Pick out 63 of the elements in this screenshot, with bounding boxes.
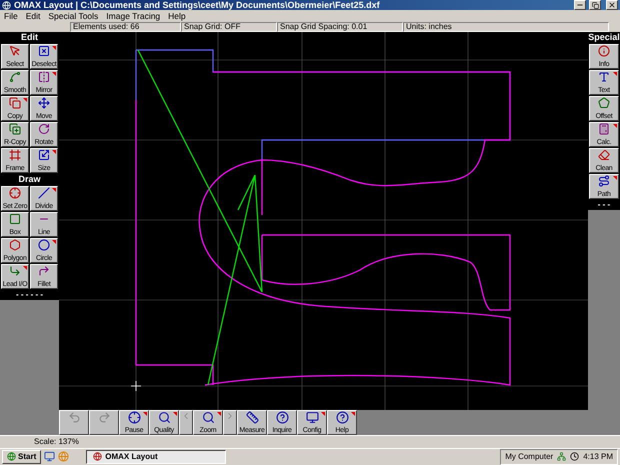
copy-icon [9,96,21,109]
eraser-icon [598,148,610,161]
menu-item[interactable]: Help [168,11,186,22]
calculator-icon [598,122,610,135]
curve-icon [9,70,21,83]
app-icon [93,452,102,462]
taskbar-button[interactable]: OMAX Layout [86,450,226,464]
clock-icon [570,452,580,462]
menu-item[interactable]: Edit [26,11,40,22]
diagonal-line-icon [38,186,50,199]
mirror-icon [38,70,50,83]
app-icon [2,0,11,10]
tray-label: My Computer [505,452,554,462]
clock: 4:13 PM [583,452,613,462]
window-title: OMAX Layout | C:\Documents and Settings\ceet\My Documents\Obermeier\Feet25.dxf [14,0,381,10]
polygon-icon [9,238,21,251]
palette-header: Edit [0,32,59,43]
rotate-icon [38,122,50,135]
menu-item[interactable]: Image Tracing [106,11,160,22]
restore-icon [592,2,598,9]
help-icon [336,410,348,424]
status-field: Elements used: 66 [70,22,181,32]
more-indicator[interactable]: - - - [588,200,620,210]
pointer-icon [9,44,21,57]
resize-icon [38,148,50,161]
scale-label: Scale: 137% [33,436,80,448]
close-button[interactable] [606,0,618,10]
palette-header: Special [588,32,620,43]
box-icon [9,212,21,225]
move-icon [38,96,50,109]
frame-icon [9,148,21,161]
status-field: Snap Grid: OFF [181,22,277,32]
copy-plus-icon [9,122,21,135]
menu-item[interactable]: Special Tools [48,11,98,22]
path-icon [598,174,610,187]
question-icon [276,410,288,424]
offset-shape-icon [598,96,610,109]
info-icon [598,44,610,57]
restore-button[interactable] [589,0,601,10]
monitor-icon [306,410,318,424]
undo-icon [68,410,80,424]
menu-item[interactable]: File [4,11,18,22]
status-field: Snap Grid Spacing: 0.01 [277,22,403,32]
target-icon [128,410,140,424]
magnifier-icon [158,410,170,424]
zoom-icon [202,410,214,424]
more-indicator[interactable]: - - - - - - [0,290,59,300]
status-field: Units: inches [403,22,609,32]
crossed-square-icon [38,44,50,57]
close-icon [608,1,616,10]
lead-line-icon [9,264,21,277]
redo-icon [98,410,110,424]
circle-icon [38,238,50,251]
network-icon [557,452,566,462]
origin-marker [130,380,142,392]
desktop-icon[interactable] [44,451,56,462]
palette-header: Draw [0,174,59,185]
ruler-icon [246,410,258,424]
minimize-button[interactable] [574,0,586,10]
crosshair-icon [9,186,21,199]
text-icon [598,70,610,83]
start-button[interactable]: Start [2,450,42,464]
fillet-icon [38,264,50,277]
